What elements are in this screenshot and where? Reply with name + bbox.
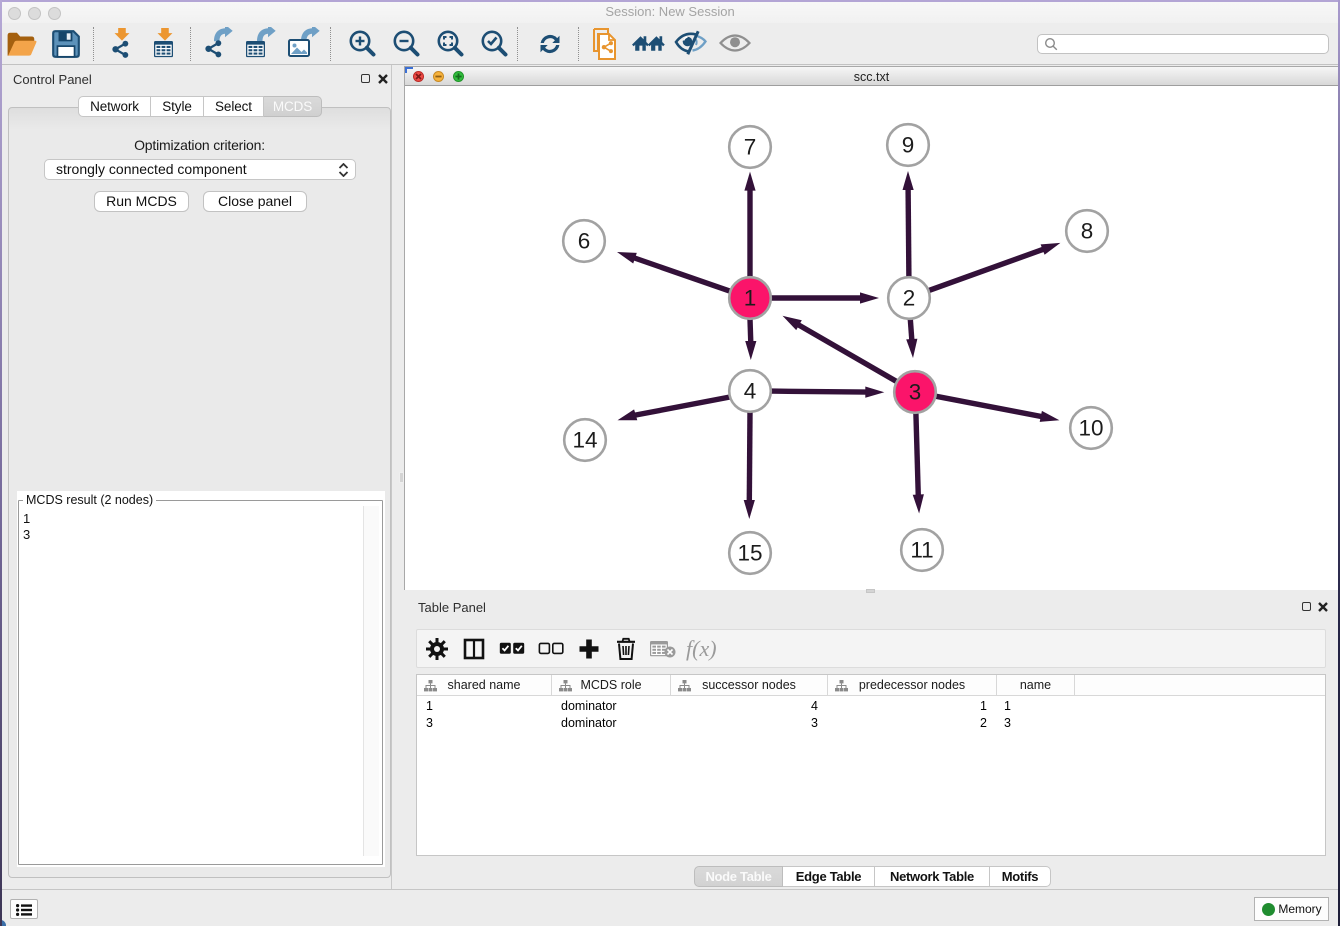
svg-text:3: 3: [909, 379, 922, 404]
svg-text:2: 2: [903, 285, 916, 310]
svg-text:7: 7: [744, 134, 757, 159]
svg-text:14: 14: [572, 427, 597, 452]
svg-text:8: 8: [1081, 218, 1094, 243]
svg-text:6: 6: [578, 228, 591, 253]
svg-text:9: 9: [902, 132, 915, 157]
svg-text:11: 11: [910, 537, 933, 562]
svg-text:15: 15: [737, 540, 762, 565]
svg-text:10: 10: [1078, 415, 1103, 440]
svg-text:4: 4: [744, 378, 757, 403]
svg-text:1: 1: [744, 285, 757, 310]
